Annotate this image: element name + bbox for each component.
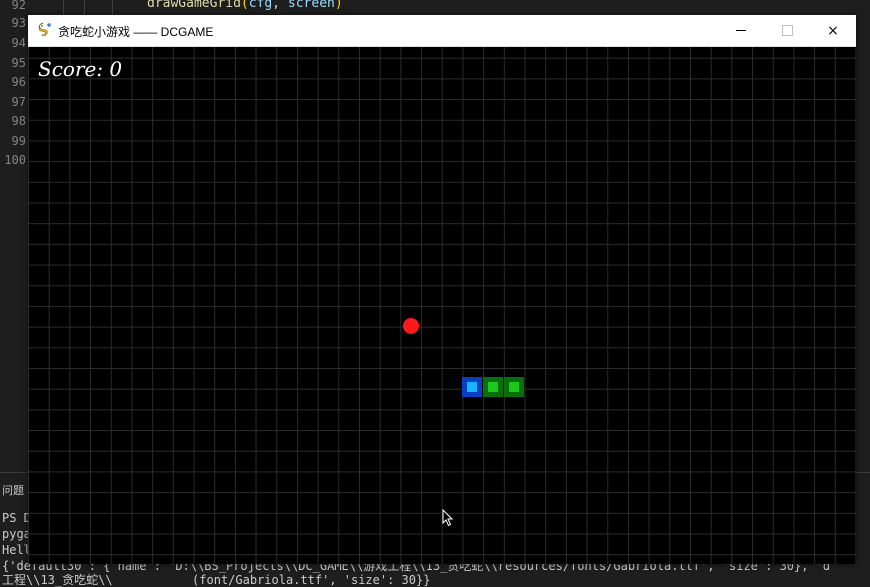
line-number: 98 — [11, 114, 26, 128]
maximize-icon — [781, 25, 793, 36]
pygame-snake-icon — [38, 22, 51, 37]
line-number: 93 — [11, 16, 26, 30]
argument: screen — [287, 0, 335, 11]
terminal-line: pyga — [2, 527, 31, 541]
window-title: 贪吃蛇小游戏 —— DCGAME — [58, 25, 214, 39]
indent-guide — [84, 0, 85, 15]
close-button[interactable]: × — [810, 15, 856, 46]
minimize-icon — [736, 30, 746, 31]
line-number: 92 — [11, 0, 26, 12]
mouse-cursor-icon — [442, 509, 454, 527]
food-apple — [403, 318, 419, 334]
snake-body-segment — [483, 377, 503, 397]
game-window[interactable]: 贪吃蛇小游戏 —— DCGAME × Score: 0 — [28, 15, 856, 564]
function-name: drawGameGrid — [147, 0, 241, 11]
tab-problems[interactable]: 问题 — [2, 482, 24, 498]
terminal-line: PS D — [2, 511, 31, 525]
minimize-button[interactable] — [718, 15, 764, 46]
line-number: 99 — [11, 134, 26, 148]
indent-guide — [63, 0, 64, 15]
line-number: 100 — [4, 153, 26, 167]
score-label: Score: 0 — [38, 57, 123, 81]
line-number: 95 — [11, 56, 26, 70]
comma: , — [272, 0, 288, 11]
line-number: 96 — [11, 75, 26, 89]
argument: cfg — [248, 0, 273, 11]
terminal-line: Hell — [2, 543, 31, 557]
line-number: 94 — [11, 36, 26, 50]
snake-body-segment — [504, 377, 524, 397]
line-number: 97 — [11, 95, 26, 109]
paren: ) — [334, 0, 343, 11]
window-titlebar[interactable]: 贪吃蛇小游戏 —— DCGAME × — [28, 15, 856, 47]
game-canvas[interactable]: Score: 0 — [28, 47, 856, 564]
paren: ( — [240, 0, 249, 11]
maximize-button[interactable] — [764, 15, 810, 46]
code-line[interactable]: drawGameGrid(cfg, screen) — [147, 0, 343, 12]
indent-guide — [112, 0, 113, 15]
snake-head — [462, 377, 482, 397]
close-icon: × — [827, 22, 839, 39]
terminal-line: 工程\\13_贪吃蛇\\ (font/Gabriola.ttf', 'size'… — [2, 573, 431, 587]
